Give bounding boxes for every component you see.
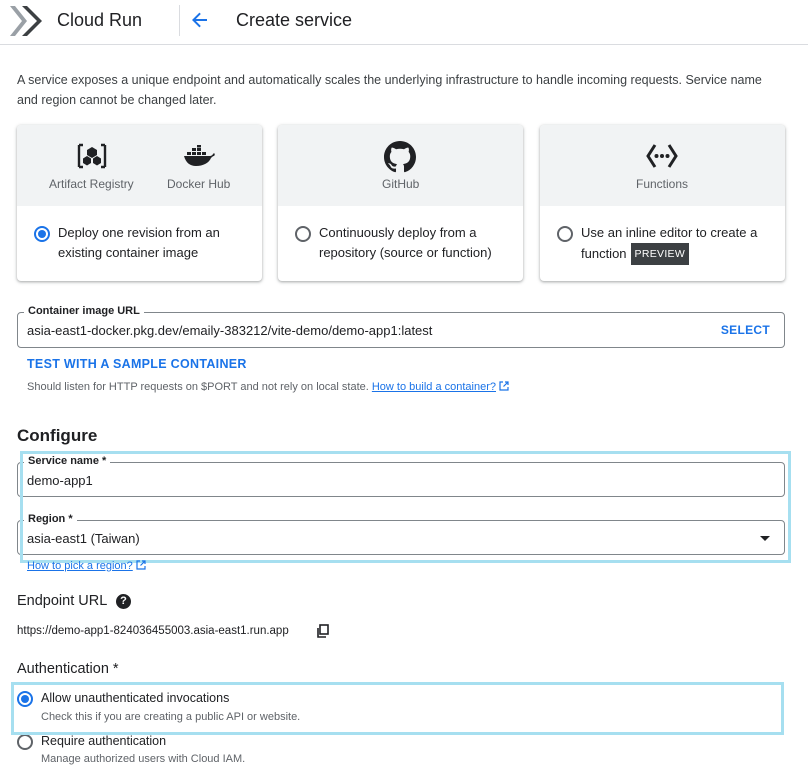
artifact-registry-icon [77,143,107,169]
help-icon[interactable]: ? [116,594,131,609]
repository-radio[interactable] [295,226,311,242]
container-image-field[interactable]: Container image URL asia-east1-docker.pk… [17,305,785,348]
docker-hub-icon [184,145,215,166]
header-divider [179,5,180,36]
copy-icon[interactable] [316,624,330,638]
container-image-label: Container image URL [24,305,144,317]
github-label: GitHub [382,177,420,191]
back-arrow-icon[interactable] [189,9,211,31]
configure-highlight [20,451,791,563]
artifact-registry-label: Artifact Registry [49,177,134,191]
require-authentication-label[interactable]: Require authentication [41,734,166,748]
preview-badge: PREVIEW [630,243,690,265]
authentication-highlight [11,682,784,735]
functions-label: Functions [636,177,689,191]
functions-icon [646,144,678,168]
deploy-option-container-image[interactable]: Artifact Registry Docker Hub Deploy one … [17,125,262,281]
configure-heading: Configure [17,426,98,445]
select-button[interactable]: SELECT [721,323,770,337]
intro-text: A service exposes a unique endpoint and … [17,73,762,107]
container-image-value[interactable]: asia-east1-docker.pkg.dev/emaily-383212/… [27,323,432,338]
container-hint-text: Should listen for HTTP requests on $PORT… [27,381,369,393]
deploy-option-label: Continuously deploy from a repository (s… [319,225,492,260]
test-sample-container-button[interactable]: TEST WITH A SAMPLE CONTAINER [27,357,247,371]
how-to-build-link[interactable]: How to build a container? [372,381,496,393]
require-authentication-radio[interactable] [17,734,33,750]
docker-hub-label: Docker Hub [167,177,231,191]
require-authentication-desc: Manage authorized users with Cloud IAM. [41,753,246,765]
cloud-run-logo-icon [10,6,42,36]
how-to-pick-region-link[interactable]: How to pick a region? [27,560,146,572]
container-image-radio[interactable] [34,226,50,242]
region-link-text[interactable]: How to pick a region? [27,560,133,572]
card-header [17,125,262,206]
external-link-icon [499,381,509,391]
inline-editor-radio[interactable] [557,226,573,242]
github-icon [384,141,416,173]
deploy-option-label: Deploy one revision from an existing con… [58,225,220,260]
deploy-option-repository[interactable]: GitHub Continuously deploy from a reposi… [278,125,523,281]
endpoint-url: https://demo-app1-824036455003.asia-east… [17,625,289,637]
top-bar: Cloud Run Create service [0,0,808,45]
page-title: Create service [236,10,353,30]
authentication-heading: Authentication * [17,661,119,677]
deploy-option-inline-editor[interactable]: Functions Use an inline editor to create… [540,125,785,281]
endpoint-heading: Endpoint URL [17,593,108,609]
app-title: Cloud Run [57,10,143,30]
deploy-option-label: Use an inline editor to create a functio… [581,223,776,265]
external-link-icon [136,560,146,570]
container-hint: Should listen for HTTP requests on $PORT… [27,381,509,393]
